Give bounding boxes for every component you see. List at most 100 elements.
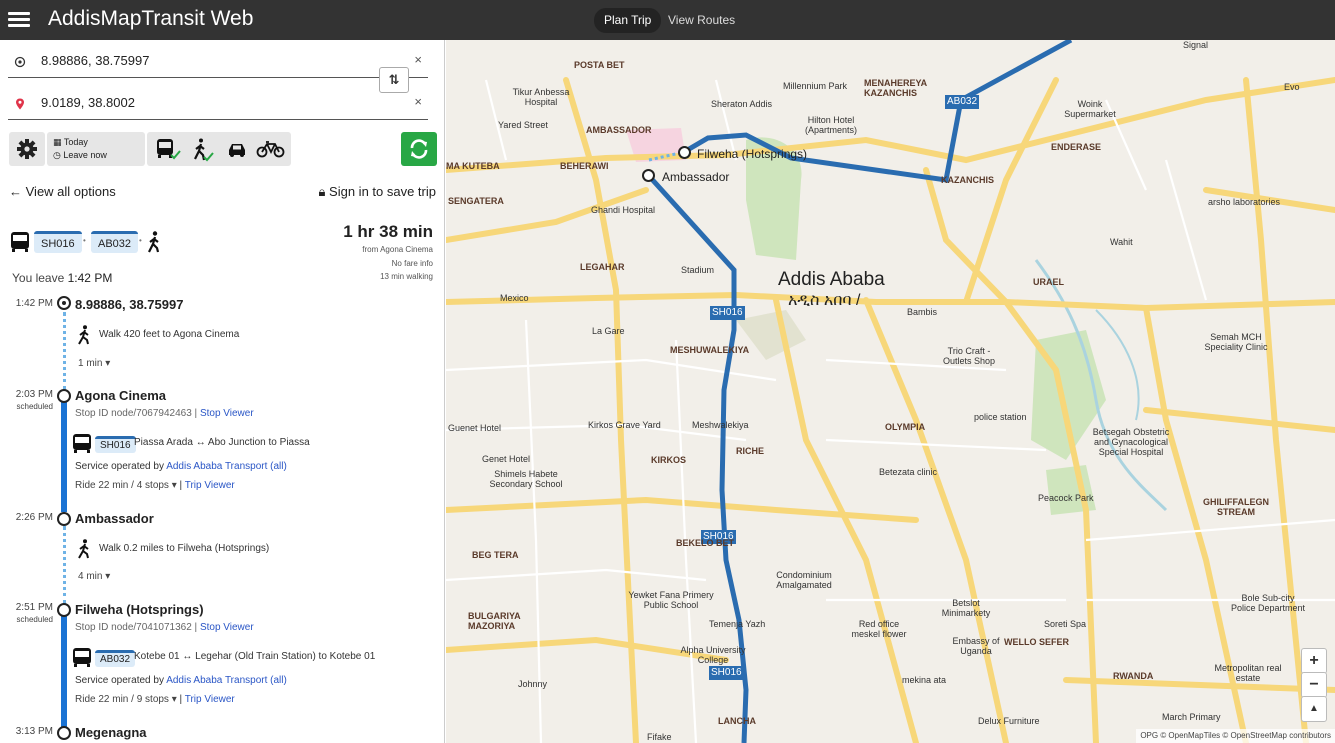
settings-button[interactable] [9,132,45,166]
origin-value[interactable]: 8.98886, 38.75997 [41,53,149,68]
hamburger-menu-icon[interactable] [8,9,30,31]
destination-pin-icon [16,98,24,110]
map-poi-label: March Primary [1162,712,1221,722]
stop-id-line: Stop ID node/7041071362 | Stop Viewer [75,622,254,633]
step-place[interactable]: Megenagna [75,725,147,740]
view-all-options-link[interactable]: ← View all options [9,184,116,199]
map-area-label: RWANDA [1113,671,1154,681]
step-place[interactable]: 8.98886, 38.75997 [75,297,183,312]
walk-icon [194,138,214,162]
calendar-row: ▦ Today [53,137,88,147]
walk-icon [148,231,160,253]
walk-icon [78,539,89,559]
sign-in-label: Sign in to save trip [329,184,436,199]
mode-selector[interactable] [147,132,291,166]
ride-expander[interactable]: Ride 22 min / 4 stops ▾ [75,480,177,491]
stop-id: Stop ID node/7041071362 | [75,622,198,633]
plan-trip-button[interactable] [401,132,437,166]
map-poi-label: Millennium Park [783,81,848,91]
stop-id-line: Stop ID node/7067942463 | Stop Viewer [75,408,254,419]
operator-link[interactable]: Addis Ababa Transport (all) [166,675,287,686]
operator-prefix: Service operated by [75,461,164,472]
map-area-label: GHILIFFALEGN STREAM [1203,497,1269,517]
departure-time-button[interactable]: ▦ Today ◷ Leave now [47,132,145,166]
map-poi-label: Guenet Hotel [448,423,502,433]
walk-instruction: Walk 420 feet to Agona Cinema [99,329,240,340]
map-poi-label: La Gare [592,326,625,336]
map-poi-label: Kirkos Grave Yard [588,420,661,430]
map-poi-label: Peacock Park [1038,493,1094,503]
map-stop-filweha-icon[interactable] [678,146,691,159]
map-poi-label: Johnny [518,679,548,689]
operator-line: Service operated by Addis Ababa Transpor… [75,675,287,686]
refresh-icon [410,139,428,159]
route-badge-sh016: SH016 [34,231,82,253]
destination-field[interactable]: 9.0189, 38.8002 × [8,86,428,120]
map-view[interactable]: Filweha (Hotsprings) Ambassador AB032 SH… [446,40,1335,743]
map-poi-label: Temenja Yazh [709,619,766,629]
app-title: AddisMapTransit Web [48,7,254,30]
map-area-label: AMBASSADOR [586,125,652,135]
trip-viewer-link[interactable]: Trip Viewer [185,480,235,491]
scheduled-label: scheduled [16,402,53,411]
map-area-label: POSTA BET [574,60,625,70]
walk-time-expander[interactable]: 4 min ▾ [78,571,110,582]
stop-viewer-link[interactable]: Stop Viewer [200,622,254,633]
trip-planner-sidebar: 8.98886, 38.75997 × ⇅ 9.0189, 38.8002 × … [0,40,445,743]
map-poi-label: Betezata clinic [879,467,938,477]
origin-clear-icon[interactable]: × [414,52,422,67]
mode-icons [157,138,285,162]
step-place[interactable]: Filweha (Hotsprings) [75,602,204,617]
scheduled-label: scheduled [16,615,53,624]
map-area-label: MENAHEREYA KAZANCHIS [864,78,927,98]
clock-row: ◷ Leave now [53,150,107,160]
destination-value[interactable]: 9.0189, 38.8002 [41,95,135,110]
map-area-label: BULGARIYA MAZORIYA [468,611,521,631]
operator-prefix: Service operated by [75,675,164,686]
stop-viewer-link[interactable]: Stop Viewer [200,408,254,419]
zoom-out-button[interactable]: − [1301,672,1327,698]
map-poi-label: Genet Hotel [482,454,531,464]
operator-line: Service operated by Addis Ababa Transpor… [75,461,287,472]
caret-down-icon: ▾ [105,571,111,582]
ride-expander[interactable]: Ride 22 min / 9 stops ▾ [75,694,177,705]
step-place[interactable]: Ambassador [75,511,154,526]
walk-time: 1 min [78,358,103,369]
map-poi-label: Delux Furniture [978,716,1040,726]
itinerary-summary[interactable]: SH016 • AB032 • [10,226,180,256]
car-icon [229,144,245,157]
origin-target-icon [14,56,26,68]
operator-link[interactable]: Addis Ababa Transport (all) [166,461,287,472]
map-poi-label: Ghandi Hospital [591,205,656,215]
sign-in-link[interactable]: 🔒︎ Sign in to save trip [319,184,437,200]
map-poi-label: Red office meskel flower [851,619,907,639]
map-poi-label: Wahit [1110,237,1133,247]
trip-viewer-link[interactable]: Trip Viewer [185,694,235,705]
caret-down-icon: ▾ [105,358,111,369]
map-area-label: OLYMPIA [885,422,926,432]
map-poi-label: police station [974,412,1027,422]
map-poi-label: Evo [1284,82,1300,92]
destination-clear-icon[interactable]: × [414,94,422,109]
step-place[interactable]: Agona Cinema [75,388,166,403]
bus-icon [73,434,91,453]
map-area-label: LEGAHAR [580,262,625,272]
when-time: Leave now [63,150,107,160]
view-all-label: View all options [25,184,116,199]
map-area-label: KAZANCHIS [941,175,994,185]
stop-marker-icon [57,512,71,526]
map-poi-label: Fifake [647,732,672,742]
zoom-in-button[interactable]: + [1301,648,1327,674]
origin-field[interactable]: 8.98886, 38.75997 × [8,44,428,78]
tab-view-routes[interactable]: View Routes [658,8,745,33]
map-poi-label: Semah MCH Speciality Clinic [1204,332,1268,352]
map-poi-label: Hilton Hotel (Apartments) [804,115,857,135]
tab-plan-trip[interactable]: Plan Trip [594,8,662,33]
compass-icon[interactable]: ▲ [1301,696,1327,722]
route-headsign: Piassa Arada ↔ Abo Junction to Piassa [134,437,310,448]
ride-line: Ride 22 min / 9 stops ▾ | Trip Viewer [75,694,235,705]
when-day: Today [63,137,88,147]
map-city-local-label: አዲስ አበባ / [788,292,861,309]
walk-time-expander[interactable]: 1 min ▾ [78,358,110,369]
map-stop-ambassador-icon[interactable] [642,169,655,182]
